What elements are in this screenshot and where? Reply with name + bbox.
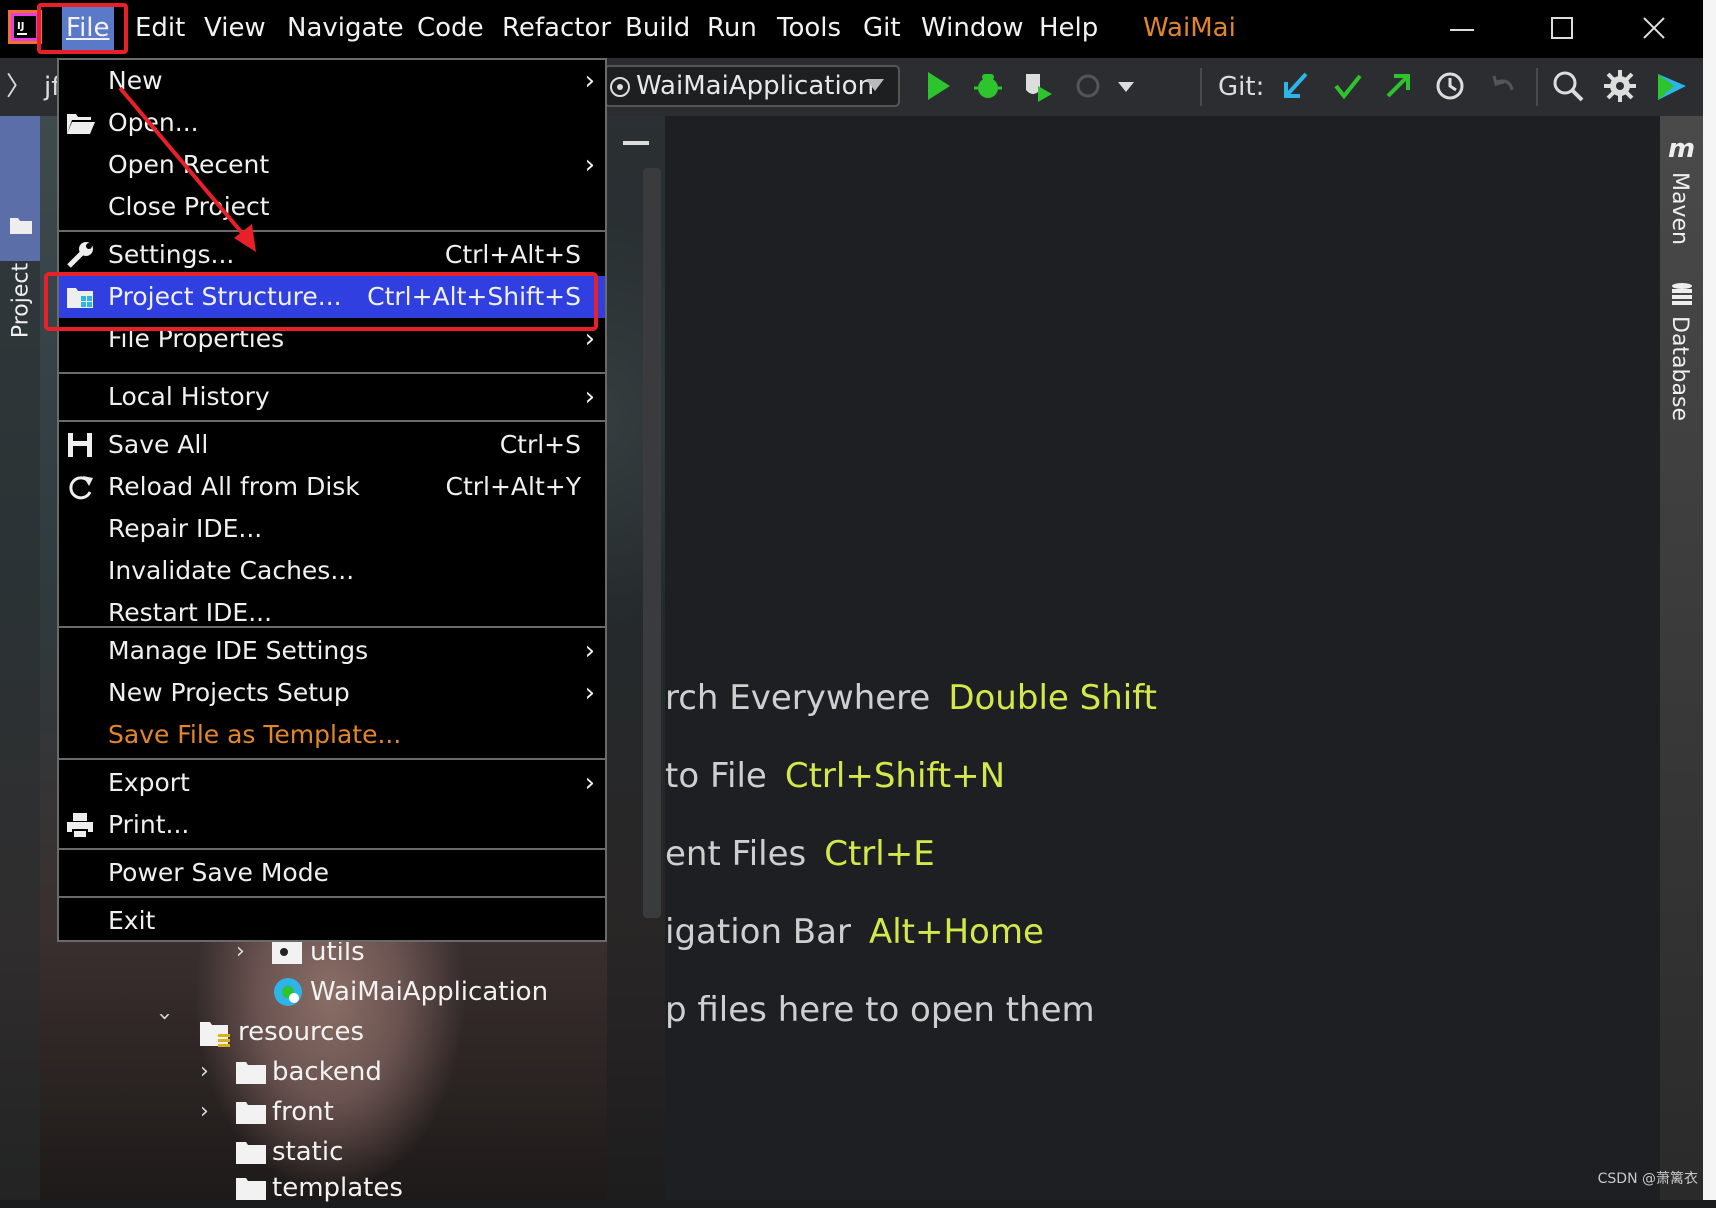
chevron-down-icon: › <box>152 1012 177 1021</box>
submenu-arrow-icon: › <box>584 678 595 708</box>
run-configuration-selector[interactable]: WaiMaiApplication <box>604 65 900 107</box>
folder-icon <box>236 1142 266 1164</box>
search-icon[interactable] <box>1548 66 1588 106</box>
spring-boot-icon <box>610 77 630 97</box>
git-label: Git: <box>1218 72 1265 102</box>
submenu-arrow-icon: › <box>584 150 595 180</box>
menu-navigate[interactable]: Navigate <box>283 6 408 50</box>
folder-icon <box>10 218 32 234</box>
chevron-right-icon: › <box>200 1059 209 1084</box>
database-tool-tab[interactable]: Database <box>1660 282 1703 432</box>
toolbar-separator <box>1536 68 1538 106</box>
menu-item-save-file-as-template[interactable]: Save File as Template... <box>59 714 605 756</box>
menu-item-reload-all[interactable]: Reload All from Disk Ctrl+Alt+Y <box>59 466 605 508</box>
hide-panel-icon[interactable] <box>623 141 649 145</box>
chevron-down-icon <box>866 79 884 91</box>
menu-item-print[interactable]: Print... <box>59 804 605 846</box>
menu-window[interactable]: Window <box>917 6 1028 50</box>
menu-separator <box>59 626 605 628</box>
git-commit-icon[interactable] <box>1328 66 1368 106</box>
chevron-right-icon: › <box>200 1099 209 1124</box>
project-tool-tab[interactable]: Project <box>0 116 40 338</box>
annotation-project-structure-highlight <box>44 272 598 331</box>
menu-item-local-history[interactable]: Local History › <box>59 376 605 418</box>
minimize-window-icon[interactable] <box>1440 8 1484 52</box>
hint-drop-files: p files here to open them <box>665 990 1095 1030</box>
annotation-arrow <box>118 86 256 252</box>
reload-icon <box>69 476 93 500</box>
menu-item-manage-ide-settings[interactable]: Manage IDE Settings › <box>59 630 605 672</box>
menu-item-power-save-mode[interactable]: Power Save Mode <box>59 852 605 894</box>
menu-view[interactable]: View <box>200 6 270 50</box>
folder-icon <box>236 1102 266 1124</box>
menu-git[interactable]: Git <box>859 6 905 50</box>
panel-scrollbar[interactable] <box>643 168 661 918</box>
menu-run[interactable]: Run <box>703 6 761 50</box>
folder-icon <box>236 1178 266 1200</box>
submenu-arrow-icon: › <box>584 382 595 412</box>
right-tool-strip <box>1660 116 1703 1200</box>
maven-tool-tab[interactable]: m Maven <box>1660 130 1703 250</box>
toolbar-separator <box>1200 68 1202 106</box>
maven-icon: m <box>1668 134 1696 164</box>
submenu-arrow-icon: › <box>584 636 595 666</box>
profiler-icon[interactable] <box>1070 66 1110 106</box>
maximize-window-icon[interactable] <box>1540 8 1584 52</box>
menu-build[interactable]: Build <box>621 6 694 50</box>
window-edge <box>1703 0 1716 1200</box>
project-title: WaiMai <box>1143 13 1236 43</box>
breadcrumb[interactable]: 〉 jf <box>6 58 60 116</box>
git-history-icon[interactable] <box>1430 66 1470 106</box>
menu-separator <box>59 372 605 374</box>
git-push-icon[interactable] <box>1378 66 1418 106</box>
menu-tools[interactable]: Tools <box>773 6 845 50</box>
menu-separator <box>59 896 605 898</box>
database-icon <box>1672 283 1692 305</box>
menu-item-new-projects-setup[interactable]: New Projects Setup › <box>59 672 605 714</box>
folder-open-icon <box>67 114 95 134</box>
menu-edit[interactable]: Edit <box>131 6 189 50</box>
menu-item-invalidate-caches[interactable]: Invalidate Caches... <box>59 550 605 592</box>
hint-navigation-bar: igation Bar Alt+Home <box>665 912 1044 952</box>
run-with-coverage-icon[interactable] <box>1018 66 1058 106</box>
wrench-icon <box>67 242 93 268</box>
hint-recent-files: ent Files Ctrl+E <box>665 834 935 874</box>
more-run-options-icon[interactable] <box>1106 66 1146 106</box>
close-window-icon[interactable] <box>1632 8 1676 52</box>
git-update-icon[interactable] <box>1276 66 1316 106</box>
printer-icon <box>67 813 93 839</box>
spring-boot-class-icon <box>274 978 302 1006</box>
debug-icon[interactable] <box>968 66 1008 106</box>
editor-area[interactable] <box>665 116 1660 1200</box>
menu-help[interactable]: Help <box>1035 6 1102 50</box>
annotation-file-highlight <box>37 3 128 54</box>
menu-refactor[interactable]: Refactor <box>498 6 615 50</box>
hint-goto-file: to File Ctrl+Shift+N <box>665 756 1006 796</box>
submenu-arrow-icon: › <box>584 768 595 798</box>
resources-folder-icon <box>200 1022 230 1047</box>
submenu-arrow-icon: › <box>584 66 595 96</box>
menu-separator <box>59 758 605 760</box>
menu-item-save-all[interactable]: Save All Ctrl+S <box>59 424 605 466</box>
folder-icon <box>236 1062 266 1084</box>
git-rollback-icon[interactable] <box>1484 66 1524 106</box>
svg-text:IJ: IJ <box>17 21 24 32</box>
menu-item-export[interactable]: Export › <box>59 762 605 804</box>
gear-icon[interactable] <box>1600 66 1640 106</box>
package-icon <box>272 940 302 964</box>
menu-separator <box>59 420 605 422</box>
menu-separator <box>59 848 605 850</box>
save-icon <box>68 433 92 457</box>
run-icon[interactable] <box>918 66 958 106</box>
menu-item-exit[interactable]: Exit <box>59 900 605 942</box>
menu-item-repair-ide[interactable]: Repair IDE... <box>59 508 605 550</box>
hint-search-everywhere: rch Everywhere Double Shift <box>665 678 1157 718</box>
code-with-me-icon[interactable] <box>1652 66 1692 106</box>
menu-code[interactable]: Code <box>413 6 488 50</box>
watermark: CSDN @萧篱衣 <box>1597 1171 1698 1187</box>
